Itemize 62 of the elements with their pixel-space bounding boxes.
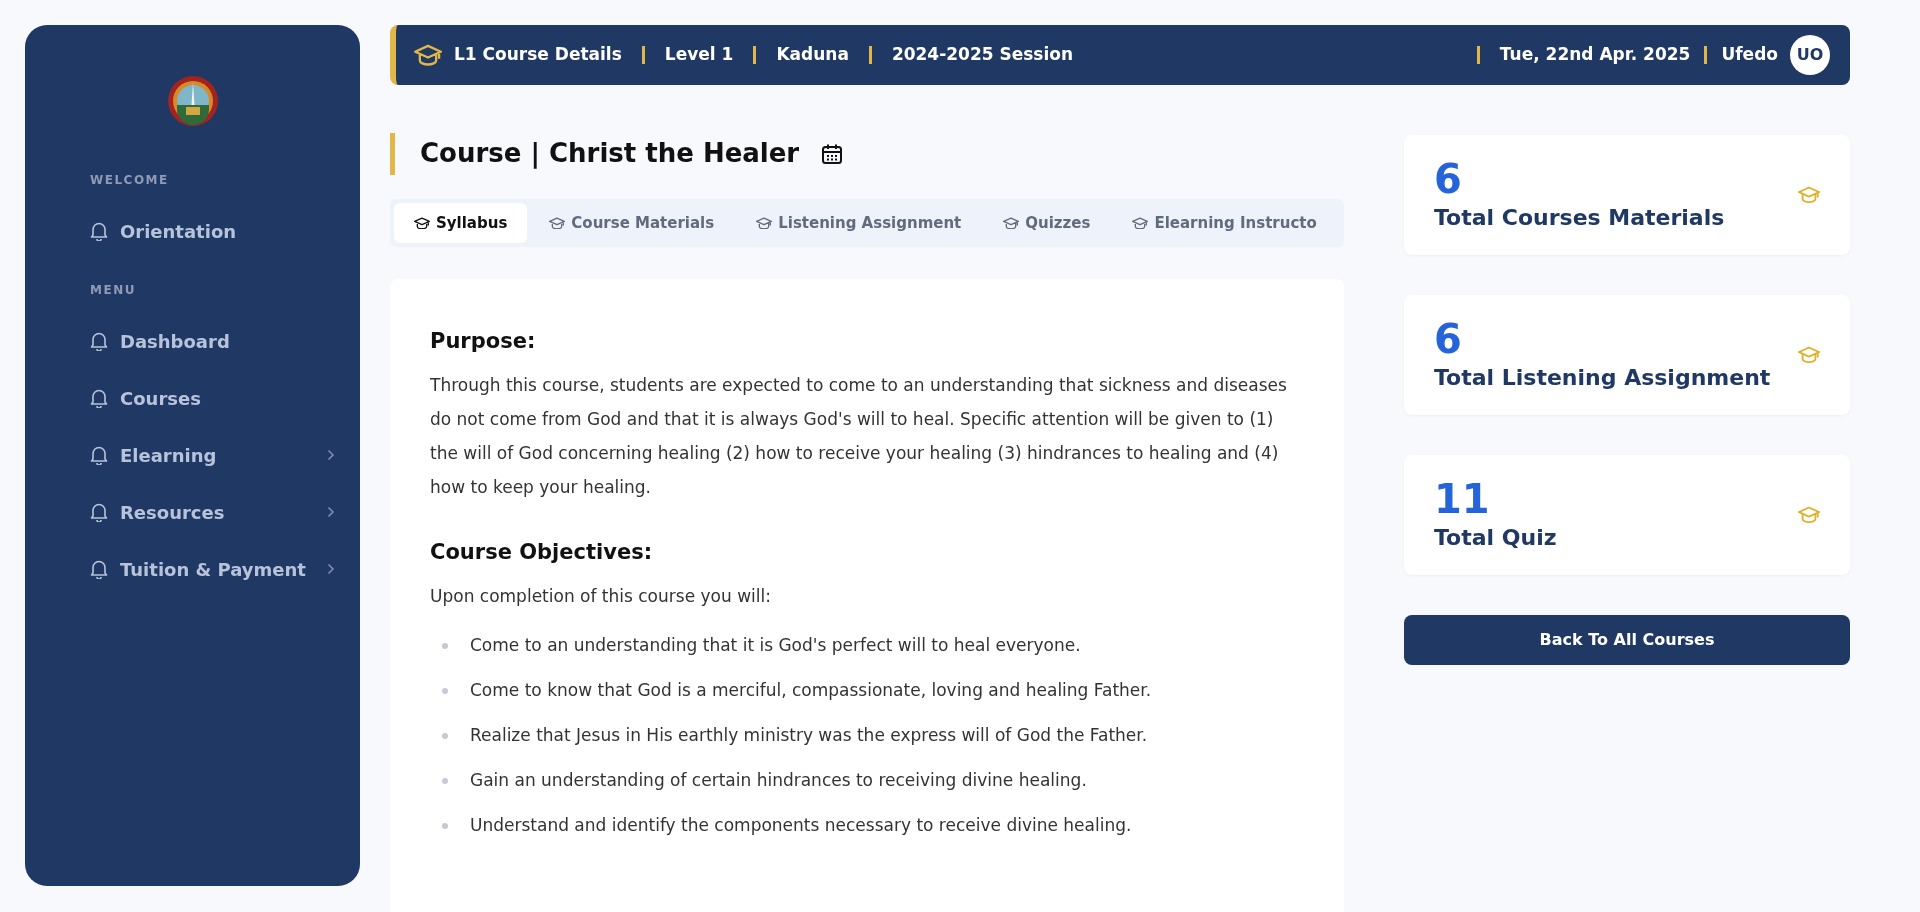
bell-icon [90, 331, 108, 351]
tab[interactable]: Elearning Instructo [1112, 203, 1337, 243]
graduation-cap-icon [1003, 216, 1020, 230]
tab[interactable]: Quizzes [983, 203, 1111, 243]
section-heading: Course Objectives: [430, 540, 654, 566]
list-item-text: Understand and identify the components necessary to receive divine healing. [470, 814, 1132, 838]
bell-icon [90, 221, 108, 241]
stat-label: Total Courses Materials [1434, 203, 1726, 232]
user-avatar[interactable]: UO [1790, 35, 1830, 75]
user-name: Ufedo [1721, 43, 1778, 67]
bell-icon [90, 502, 108, 522]
stat-value: 11 [1434, 476, 1491, 521]
stat-label: Total Quiz [1434, 523, 1558, 552]
list-item-text: Gain an understanding of certain hindrances to receiving divine healing. [470, 769, 1087, 793]
date-text: Tue, 22nd Apr. 2025 [1499, 43, 1691, 67]
header-text: Level 1 [664, 43, 734, 67]
sidebar-item[interactable]: Courses [65, 378, 335, 418]
tab[interactable]: Syllabus [394, 203, 528, 243]
section-heading: MENU [90, 282, 137, 299]
sidebar-item[interactable]: Resources [65, 492, 335, 532]
bullet-icon [442, 732, 448, 739]
header-text: Kaduna [776, 43, 849, 67]
chevron-icon [327, 449, 335, 461]
bullet-icon [442, 642, 448, 649]
graduation-cap-icon [414, 43, 442, 67]
section-heading: Purpose: [430, 329, 537, 355]
sidebar-item[interactable]: Orientation [65, 211, 335, 251]
header-text: L1 Course Details [454, 43, 622, 67]
list-item-text: Come to know that God is a merciful, compassionate, loving and healing Father. [470, 679, 1152, 703]
page-title: Course | Christ the Healer [420, 138, 800, 170]
stat-value: 6 [1434, 156, 1463, 201]
section-heading: WELCOME [90, 172, 170, 189]
list-item-text: Come to an understanding that it is God's perfect will to heal everyone. [470, 634, 1081, 658]
graduation-cap-icon [549, 216, 566, 230]
paragraph: Through this course, students are expected to come to an understanding that sickness and diseases do not come from God and that it is always God's will to heal. Specific attention will be given to (1) the will of God concerning healing (2) how to receive your healing (3) hindrances to healing and (4) how to keep your healing. [430, 374, 1288, 500]
bell-icon [90, 388, 108, 408]
list-item-text: Realize that Jesus in His earthly ministry was the express will of God the Father. [470, 724, 1148, 748]
logo-emblem [166, 75, 219, 127]
stat-value: 6 [1434, 316, 1463, 361]
bell-icon [90, 445, 108, 465]
graduation-cap-icon [414, 216, 430, 230]
graduation-cap-icon [756, 216, 773, 230]
bullet-icon [442, 687, 448, 694]
back-button[interactable]: Back To All Courses [1404, 615, 1850, 665]
bullet-icon [442, 777, 448, 784]
sidebar-item[interactable]: Elearning [65, 435, 335, 475]
sidebar-item[interactable]: Tuition & Payment [65, 549, 335, 589]
tab[interactable]: Course Materials [529, 203, 735, 243]
graduation-cap-icon [1798, 346, 1820, 364]
header-text: 2024-2025 Session [891, 43, 1074, 67]
sidebar-item[interactable]: Dashboard [65, 321, 335, 361]
graduation-cap-icon [1798, 506, 1820, 524]
graduation-cap-icon [1798, 186, 1820, 204]
graduation-cap-icon [1132, 216, 1149, 230]
chevron-icon [327, 563, 335, 575]
tab[interactable]: Listening Assignment [736, 203, 982, 243]
chevron-icon [327, 506, 335, 518]
paragraph: Upon completion of this course you will: [430, 585, 772, 609]
calendar-icon[interactable] [821, 143, 844, 165]
bell-icon [90, 559, 108, 579]
bullet-icon [442, 822, 448, 829]
stat-label: Total Listening Assignment [1434, 363, 1772, 392]
